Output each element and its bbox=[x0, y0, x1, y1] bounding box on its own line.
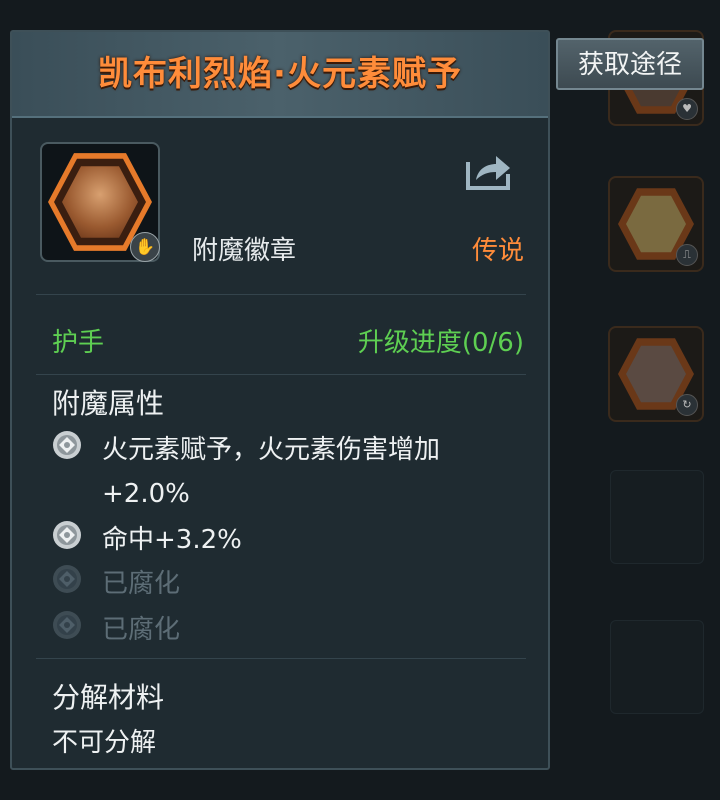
item-icon-frame: ✋ bbox=[40, 142, 160, 262]
background-slot bbox=[610, 620, 704, 714]
attribute-text: 火元素赋予，火元素伤害增加 bbox=[102, 435, 441, 465]
attribute-text: 已腐化 bbox=[102, 615, 181, 645]
item-tooltip-panel: 凯布利烈焰·火元素赋予 ✋ 附魔徽章 传说 护手 升级进度(0/6) 附魔属性 … bbox=[10, 30, 550, 770]
slot-badge-icon: ♥ bbox=[676, 98, 698, 120]
item-title: 凯布利烈焰·火元素赋予 bbox=[98, 54, 462, 94]
decompose-heading: 分解材料 bbox=[52, 681, 165, 714]
share-icon[interactable] bbox=[462, 148, 514, 192]
equip-slot-label: 护手 bbox=[52, 328, 105, 358]
inventory-slot-2[interactable]: ⎍ bbox=[608, 176, 704, 272]
background-slot bbox=[610, 470, 704, 564]
divider bbox=[36, 374, 526, 375]
hand-icon: ✋ bbox=[130, 232, 160, 262]
attribute-text: +2.0% bbox=[102, 479, 190, 509]
rarity-label: 传说 bbox=[471, 236, 524, 266]
item-type: 附魔徽章 bbox=[192, 236, 297, 266]
divider bbox=[36, 658, 526, 659]
acquire-path-button[interactable]: 获取途径 bbox=[556, 38, 704, 90]
slot-badge-icon: ⎍ bbox=[676, 244, 698, 266]
inventory-slot-3[interactable]: ↻ bbox=[608, 326, 704, 422]
upgrade-progress: 升级进度(0/6) bbox=[357, 328, 524, 358]
decompose-value: 不可分解 bbox=[52, 728, 157, 758]
attribute-text: 命中+3.2% bbox=[102, 525, 242, 555]
divider bbox=[36, 294, 526, 295]
corrupted-gem-icon bbox=[53, 565, 81, 593]
slot-badge-icon: ↻ bbox=[676, 394, 698, 416]
enchant-heading: 附魔属性 bbox=[52, 387, 165, 420]
attribute-gem-icon bbox=[53, 431, 81, 459]
attribute-gem-icon bbox=[53, 521, 81, 549]
corrupted-gem-icon bbox=[53, 611, 81, 639]
attribute-text: 已腐化 bbox=[102, 569, 181, 599]
